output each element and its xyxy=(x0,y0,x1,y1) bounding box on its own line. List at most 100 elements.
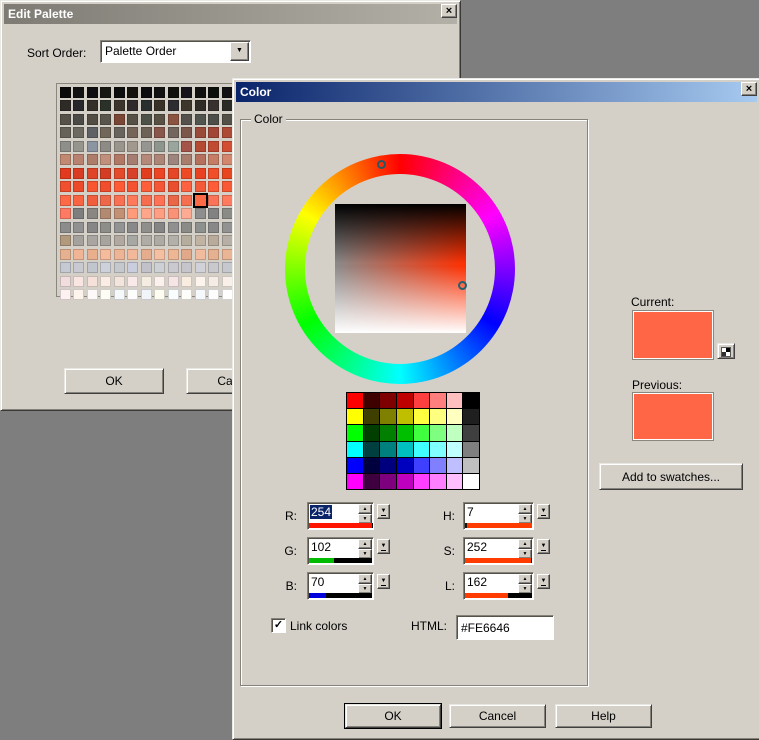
palette-swatch[interactable] xyxy=(181,168,192,179)
palette-swatch[interactable] xyxy=(195,114,206,125)
palette-swatch[interactable] xyxy=(222,249,233,260)
palette-grid[interactable] xyxy=(56,83,235,297)
palette-swatch[interactable] xyxy=(60,222,71,233)
basic-color-swatch[interactable] xyxy=(430,409,446,424)
palette-swatch[interactable] xyxy=(127,87,138,98)
s-field[interactable]: 252 ▲▼ xyxy=(463,537,534,565)
palette-swatch[interactable] xyxy=(181,222,192,233)
palette-swatch[interactable] xyxy=(168,289,179,300)
palette-swatch[interactable] xyxy=(87,249,98,260)
palette-swatch[interactable] xyxy=(60,181,71,192)
palette-swatch[interactable] xyxy=(154,208,165,219)
palette-swatch[interactable] xyxy=(127,114,138,125)
palette-swatch[interactable] xyxy=(208,154,219,165)
palette-swatch[interactable] xyxy=(181,249,192,260)
palette-swatch[interactable] xyxy=(127,168,138,179)
palette-swatch[interactable] xyxy=(73,195,84,206)
basic-color-swatch[interactable] xyxy=(447,474,463,489)
sl-marker[interactable] xyxy=(458,281,467,290)
palette-swatch[interactable] xyxy=(114,249,125,260)
b-field[interactable]: 70 ▲▼ xyxy=(307,572,374,600)
palette-swatch[interactable] xyxy=(60,289,71,300)
palette-swatch[interactable] xyxy=(222,141,233,152)
palette-swatch[interactable] xyxy=(208,262,219,273)
palette-swatch[interactable] xyxy=(73,235,84,246)
palette-swatch[interactable] xyxy=(100,87,111,98)
palette-swatch[interactable] xyxy=(87,262,98,273)
spin-up-button[interactable]: ▲ xyxy=(358,574,372,584)
palette-swatch[interactable] xyxy=(73,249,84,260)
l-input[interactable]: 162 xyxy=(466,575,488,589)
palette-swatch[interactable] xyxy=(222,208,233,219)
r-input[interactable]: 254 xyxy=(310,505,332,519)
palette-swatch[interactable] xyxy=(141,100,152,111)
palette-swatch[interactable] xyxy=(127,181,138,192)
palette-swatch[interactable] xyxy=(60,276,71,287)
basic-color-swatch[interactable] xyxy=(380,409,396,424)
palette-swatch[interactable] xyxy=(100,208,111,219)
palette-swatch[interactable] xyxy=(222,87,233,98)
basic-color-swatch[interactable] xyxy=(447,442,463,457)
palette-swatch[interactable] xyxy=(195,141,206,152)
palette-swatch[interactable] xyxy=(181,262,192,273)
basic-color-swatch[interactable] xyxy=(463,393,479,408)
basic-color-swatch[interactable] xyxy=(430,442,446,457)
palette-swatch[interactable] xyxy=(87,114,98,125)
palette-swatch[interactable] xyxy=(141,168,152,179)
palette-swatch[interactable] xyxy=(222,114,233,125)
palette-swatch[interactable] xyxy=(168,262,179,273)
palette-swatch[interactable] xyxy=(87,127,98,138)
palette-swatch[interactable] xyxy=(100,235,111,246)
palette-swatch[interactable] xyxy=(127,235,138,246)
palette-swatch[interactable] xyxy=(100,154,111,165)
spin-up-button[interactable]: ▲ xyxy=(518,539,532,549)
palette-swatch[interactable] xyxy=(181,114,192,125)
palette-swatch[interactable] xyxy=(208,235,219,246)
h-slider-button[interactable]: ▼ xyxy=(537,504,550,519)
palette-swatch[interactable] xyxy=(141,249,152,260)
palette-swatch[interactable] xyxy=(100,114,111,125)
palette-swatch[interactable] xyxy=(87,222,98,233)
palette-swatch[interactable] xyxy=(195,195,206,206)
basic-color-swatch[interactable] xyxy=(414,409,430,424)
palette-swatch[interactable] xyxy=(141,181,152,192)
palette-swatch[interactable] xyxy=(154,154,165,165)
palette-swatch[interactable] xyxy=(127,208,138,219)
palette-swatch[interactable] xyxy=(114,127,125,138)
l-slider-button[interactable]: ▼ xyxy=(537,574,550,589)
hue-marker[interactable] xyxy=(377,160,386,169)
basic-color-swatch[interactable] xyxy=(430,425,446,440)
palette-swatch[interactable] xyxy=(195,87,206,98)
palette-swatch[interactable] xyxy=(168,208,179,219)
palette-swatch[interactable] xyxy=(195,181,206,192)
basic-color-swatch[interactable] xyxy=(347,393,363,408)
basic-color-swatch[interactable] xyxy=(414,442,430,457)
basic-color-swatch[interactable] xyxy=(447,409,463,424)
cancel-button[interactable]: Cancel xyxy=(449,704,546,728)
palette-swatch[interactable] xyxy=(60,249,71,260)
edit-palette-titlebar[interactable]: Edit Palette xyxy=(4,4,457,24)
palette-swatch[interactable] xyxy=(222,276,233,287)
palette-swatch[interactable] xyxy=(60,208,71,219)
palette-swatch[interactable] xyxy=(114,181,125,192)
palette-swatch[interactable] xyxy=(195,154,206,165)
palette-swatch[interactable] xyxy=(114,262,125,273)
palette-swatch[interactable] xyxy=(73,262,84,273)
basic-color-swatch[interactable] xyxy=(347,458,363,473)
palette-swatch[interactable] xyxy=(195,235,206,246)
palette-swatch[interactable] xyxy=(87,195,98,206)
palette-swatch[interactable] xyxy=(181,208,192,219)
palette-swatch[interactable] xyxy=(127,100,138,111)
palette-swatch[interactable] xyxy=(100,100,111,111)
palette-swatch[interactable] xyxy=(222,262,233,273)
palette-swatch[interactable] xyxy=(168,141,179,152)
palette-swatch[interactable] xyxy=(141,154,152,165)
palette-swatch[interactable] xyxy=(127,195,138,206)
palette-swatch[interactable] xyxy=(87,235,98,246)
palette-swatch[interactable] xyxy=(154,222,165,233)
palette-swatch[interactable] xyxy=(100,222,111,233)
palette-swatch[interactable] xyxy=(208,208,219,219)
palette-swatch[interactable] xyxy=(60,100,71,111)
palette-swatch[interactable] xyxy=(195,222,206,233)
palette-swatch[interactable] xyxy=(208,222,219,233)
